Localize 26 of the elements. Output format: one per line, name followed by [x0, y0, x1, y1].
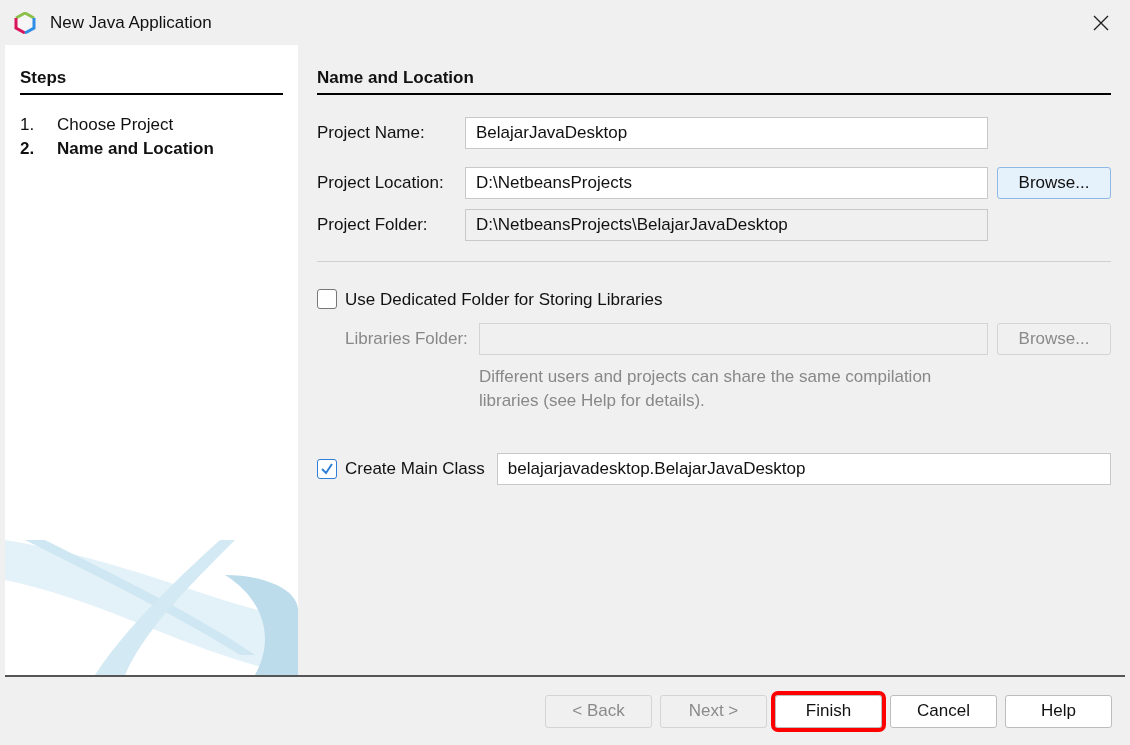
- checkbox[interactable]: [317, 459, 337, 479]
- section-heading: Name and Location: [317, 68, 474, 87]
- hint-text: Different users and projects can share the same compilation libraries (see Help for details).: [479, 366, 933, 412]
- steps-heading: Steps: [20, 68, 67, 87]
- dialog-button[interactable]: Help: [1005, 694, 1112, 728]
- browse-button: Browse...: [997, 323, 1111, 355]
- browse-button[interactable]: Browse...: [997, 166, 1111, 199]
- checkbox-label[interactable]: Create Main Class: [345, 456, 485, 482]
- text-field[interactable]: D:\NetbeansProjects\BelajarJavaDesktop: [465, 208, 988, 241]
- dialog-button[interactable]: Cancel: [890, 694, 997, 728]
- dialog-button: Next >: [660, 694, 767, 728]
- text-field[interactable]: belajarjavadesktop.BelajarJavaDesktop: [496, 453, 1111, 485]
- app-logo-icon: [14, 11, 36, 34]
- field-label: Libraries Folder:: [345, 328, 469, 351]
- field-label: Project Location:: [317, 171, 445, 194]
- step-item[interactable]: 1. Choose Project: [20, 112, 283, 137]
- dialog-button: < Back: [545, 694, 652, 728]
- checkbox-label[interactable]: Use Dedicated Folder for Storing Libraries: [345, 286, 663, 312]
- text-field[interactable]: D:\NetbeansProjects: [465, 166, 988, 199]
- step-item[interactable]: 2. Name and Location: [20, 136, 283, 161]
- field-label: Project Folder:: [317, 213, 429, 236]
- text-field[interactable]: BelajarJavaDesktop: [465, 116, 988, 149]
- close-icon[interactable]: [1092, 13, 1110, 32]
- field-label: Project Name:: [317, 121, 426, 144]
- window-title: New Java Application: [50, 11, 212, 34]
- checkbox[interactable]: [317, 289, 337, 310]
